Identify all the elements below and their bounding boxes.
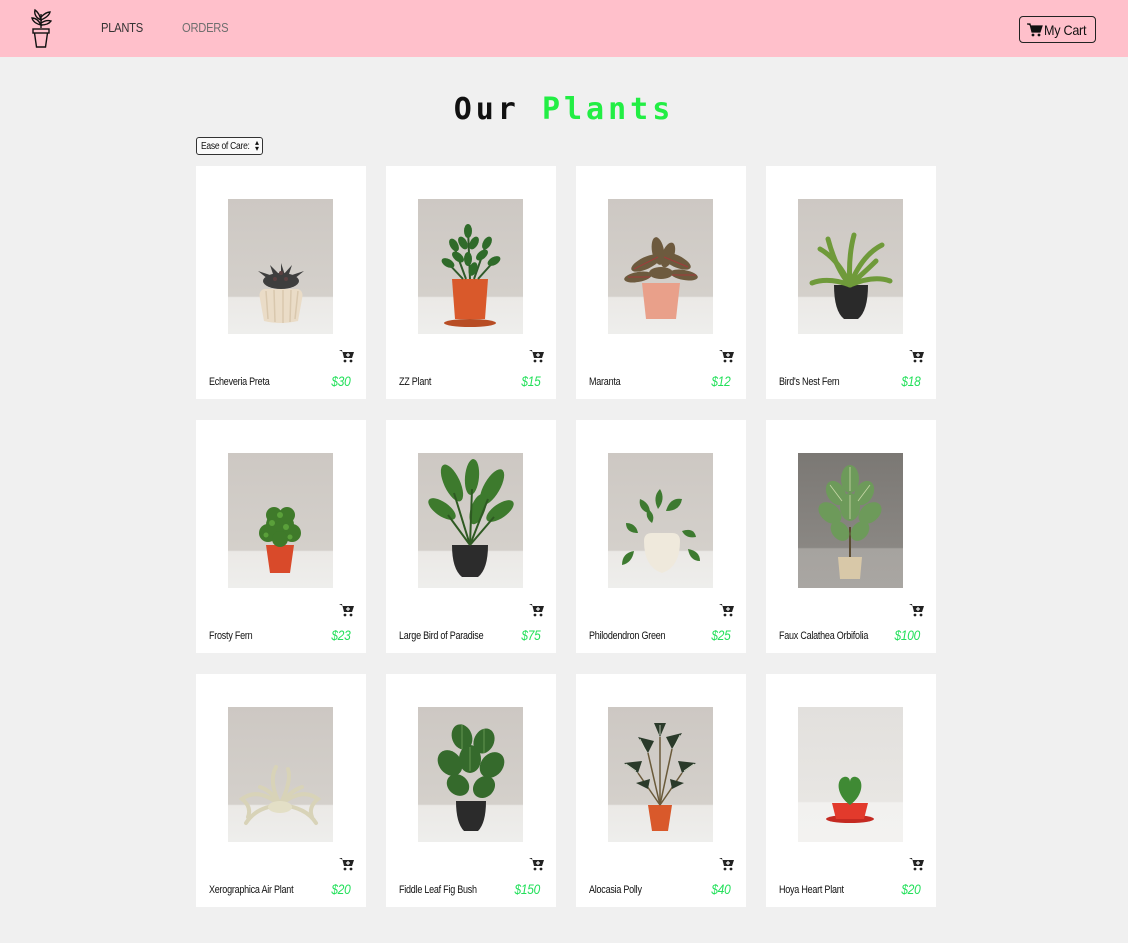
product-image[interactable] bbox=[228, 707, 333, 842]
product-name: Bird's Nest Fern bbox=[779, 376, 840, 388]
product-card[interactable]: Alocasia Polly $40 bbox=[576, 674, 746, 907]
product-image[interactable] bbox=[228, 199, 333, 334]
product-name: Large Bird of Paradise bbox=[399, 630, 484, 642]
product-price: $12 bbox=[710, 373, 730, 389]
product-name: Frosty Fern bbox=[209, 630, 253, 642]
cart-icon bbox=[1027, 22, 1043, 36]
product-card[interactable]: Bird's Nest Fern $18 bbox=[766, 166, 936, 399]
product-image[interactable] bbox=[608, 707, 713, 842]
nav-link-plants[interactable]: PLANTS bbox=[101, 20, 143, 35]
product-name: Maranta bbox=[589, 376, 621, 388]
product-image[interactable] bbox=[798, 707, 903, 842]
product-price: $100 bbox=[894, 627, 921, 643]
product-image[interactable] bbox=[228, 453, 333, 588]
product-grid: Echeveria Preta $30 ZZ Plant $15 Maranta… bbox=[196, 166, 936, 907]
product-image[interactable] bbox=[418, 199, 523, 334]
my-cart-button[interactable]: My Cart bbox=[1019, 16, 1096, 43]
top-navbar: PLANTS ORDERS My Cart bbox=[0, 0, 1128, 57]
product-card[interactable]: Maranta $12 bbox=[576, 166, 746, 399]
product-image[interactable] bbox=[418, 453, 523, 588]
add-to-cart-icon[interactable] bbox=[339, 349, 355, 363]
product-card[interactable]: Philodendron Green $25 bbox=[576, 420, 746, 653]
product-card[interactable]: Fiddle Leaf Fig Bush $150 bbox=[386, 674, 556, 907]
page-title-plants: Plants bbox=[541, 92, 675, 127]
add-to-cart-icon[interactable] bbox=[909, 349, 925, 363]
product-name: Philodendron Green bbox=[589, 630, 666, 642]
page-title-our: Our bbox=[453, 92, 520, 127]
potted-plant-icon[interactable] bbox=[28, 8, 54, 48]
product-name: Xerographica Air Plant bbox=[209, 884, 294, 896]
add-to-cart-icon[interactable] bbox=[339, 857, 355, 871]
product-name: Alocasia Polly bbox=[589, 884, 642, 896]
product-name: Faux Calathea Orbifolia bbox=[779, 630, 869, 642]
add-to-cart-icon[interactable] bbox=[909, 857, 925, 871]
product-image[interactable] bbox=[608, 453, 713, 588]
add-to-cart-icon[interactable] bbox=[529, 857, 545, 871]
ease-of-care-selected: Ease of Care: bbox=[201, 140, 250, 152]
product-name: Hoya Heart Plant bbox=[779, 884, 844, 896]
product-card[interactable]: Xerographica Air Plant $20 bbox=[196, 674, 366, 907]
product-image[interactable] bbox=[798, 453, 903, 588]
product-name: Echeveria Preta bbox=[209, 376, 270, 388]
product-image[interactable] bbox=[418, 707, 523, 842]
add-to-cart-icon[interactable] bbox=[909, 603, 925, 617]
product-name: ZZ Plant bbox=[399, 376, 432, 388]
product-card[interactable]: Faux Calathea Orbifolia $100 bbox=[766, 420, 936, 653]
product-name: Fiddle Leaf Fig Bush bbox=[399, 884, 477, 896]
product-price: $20 bbox=[900, 881, 920, 897]
product-image[interactable] bbox=[798, 199, 903, 334]
product-card[interactable]: ZZ Plant $15 bbox=[386, 166, 556, 399]
product-price: $25 bbox=[710, 627, 730, 643]
product-price: $23 bbox=[330, 627, 350, 643]
select-arrows-icon: ▴ ▾ bbox=[254, 138, 259, 153]
add-to-cart-icon[interactable] bbox=[719, 857, 735, 871]
add-to-cart-icon[interactable] bbox=[719, 603, 735, 617]
product-card[interactable]: Echeveria Preta $30 bbox=[196, 166, 366, 399]
product-price: $15 bbox=[520, 373, 540, 389]
ease-of-care-select[interactable]: Ease of Care: ▴ ▾ bbox=[196, 137, 263, 155]
product-card[interactable]: Large Bird of Paradise $75 bbox=[386, 420, 556, 653]
product-price: $20 bbox=[330, 881, 350, 897]
add-to-cart-icon[interactable] bbox=[339, 603, 355, 617]
add-to-cart-icon[interactable] bbox=[529, 603, 545, 617]
product-card[interactable]: Hoya Heart Plant $20 bbox=[766, 674, 936, 907]
product-price: $40 bbox=[710, 881, 730, 897]
product-price: $18 bbox=[900, 373, 920, 389]
page-title: Our Plants bbox=[0, 92, 1128, 127]
product-image[interactable] bbox=[608, 199, 713, 334]
product-price: $75 bbox=[520, 627, 540, 643]
product-card[interactable]: Frosty Fern $23 bbox=[196, 420, 366, 653]
nav-link-orders[interactable]: ORDERS bbox=[182, 20, 229, 35]
add-to-cart-icon[interactable] bbox=[719, 349, 735, 363]
product-price: $30 bbox=[330, 373, 350, 389]
my-cart-label: My Cart bbox=[1044, 21, 1087, 38]
product-price: $150 bbox=[514, 881, 541, 897]
add-to-cart-icon[interactable] bbox=[529, 349, 545, 363]
